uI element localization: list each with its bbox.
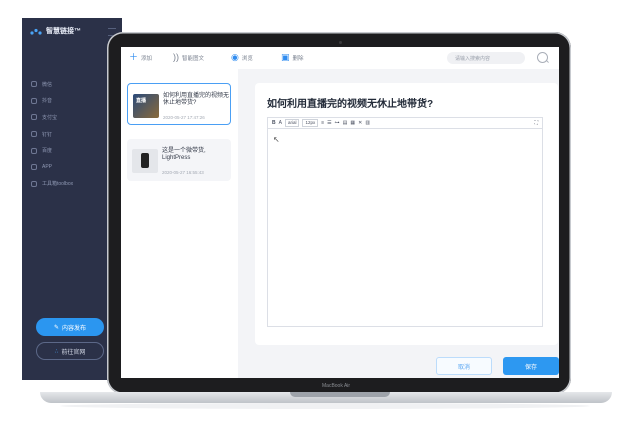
delete-label: 删除 [292,55,304,62]
sidebar-item-label: 抖音 [42,98,53,105]
laptop-notch [290,392,390,397]
article-time: 2020-05-27 16:55:43 [162,170,204,175]
list-item[interactable]: 直播 如何利用直播完的视频无休止地带货? 2020-05-27 17:47:26 [127,83,231,125]
sidebar-item-label: 钉钉 [42,131,53,138]
cancel-button[interactable]: 取消 [436,357,492,375]
wechat-icon [31,81,37,88]
preview-button[interactable]: ◉ 浏览 [231,53,253,62]
sidebar-item-label: APP [42,164,53,171]
font-size-select[interactable]: 12px [302,119,319,127]
sidebar-item-douyin[interactable]: 抖音 [31,93,73,110]
camera-icon [339,41,342,44]
alipay-icon [31,114,37,121]
official-label: 前往官网 [61,349,86,356]
article-thumbnail [132,149,158,173]
phone-icon [141,153,149,168]
trash-icon: ▣ [281,52,290,62]
sidebar-item-wechat[interactable]: 微信 [31,76,73,93]
search-icon[interactable] [537,52,548,63]
list-item[interactable]: 这是一个微带货, LightPress 2020-05-27 16:55:43 [127,139,231,181]
fullscreen-icon[interactable]: ⛶ [534,120,538,126]
toolbar: ＋ 添加 )) 智能图文 ◉ 浏览 ▣ 删除 请输入搜索内容 [121,47,559,69]
sidebar-item-label: 百度 [42,148,53,155]
add-button[interactable]: ＋ 添加 [129,53,152,62]
editor-panel: 如何利用直播完的视频无休止地带货? B A arial 12px ≡ ☰ ⊶ ▤… [255,83,558,345]
font-color-icon[interactable]: A [279,120,282,126]
app-screen: ＋ 添加 )) 智能图文 ◉ 浏览 ▣ 删除 请输入搜索内容 直播 如何利用直播… [121,47,559,378]
sidebar-item-toolbox[interactable]: 工具箱toolbox [31,176,73,193]
baidu-icon [31,147,37,154]
article-time: 2020-05-27 17:47:26 [163,115,205,120]
app-icon [31,164,37,171]
device-label: MacBook Air [322,383,351,389]
eye-icon: ◉ [231,52,239,62]
article-title: 这是一个微带货, LightPress [162,148,206,161]
mouse-cursor-icon: ↖ [273,135,280,144]
add-label: 添加 [141,55,153,62]
image-icon[interactable]: ▤ [343,120,348,126]
publish-content-button[interactable]: ✎ 内容发布 [36,318,104,336]
font-family-select[interactable]: arial [284,119,300,127]
sidebar-item-label: 工具箱toolbox [42,181,74,188]
logo-icon: ∴ [54,348,59,355]
article-list: 直播 如何利用直播完的视频无休止地带货? 2020-05-27 17:47:26… [121,69,238,378]
code-icon[interactable]: ▥ [365,120,370,126]
editor-content[interactable]: ↖ [267,129,543,327]
article-title: 如何利用直播完的视频无休止地带货? [163,93,230,106]
sidebar-item-label: 微信 [42,81,53,88]
sidebar-item-dingtalk[interactable]: 钉钉 [31,126,73,143]
brand: 智慧链接™ [30,26,81,36]
delete-button[interactable]: ▣ 删除 [281,53,304,62]
search-input[interactable]: 请输入搜索内容 [447,52,525,64]
smart-publish-label: 智能图文 [182,55,205,62]
save-button[interactable]: 保存 [503,357,559,375]
thumbnail-text: 直播 [136,98,147,104]
table-icon[interactable]: ▦ [350,120,355,126]
signal-icon: )) [173,52,179,62]
clear-format-icon[interactable]: ✕ [358,120,362,126]
brand-logo-icon [30,28,42,35]
plus-icon: ＋ [129,52,139,62]
smart-publish-button[interactable]: )) 智能图文 [173,53,204,62]
bold-icon[interactable]: B [272,120,276,126]
article-heading[interactable]: 如何利用直播完的视频无休止地带货? [267,95,433,110]
rich-text-toolbar: B A arial 12px ≡ ☰ ⊶ ▤ ▦ ✕ ▥ ⛶ [267,117,543,129]
sidebar-item-baidu[interactable]: 百度 [31,142,73,159]
toolbox-icon [31,180,37,187]
publish-label: 内容发布 [62,325,87,332]
edit-icon: ✎ [53,324,59,331]
preview-label: 浏览 [241,55,253,62]
sidebar-item-app[interactable]: APP [31,159,73,176]
sidebar-item-alipay[interactable]: 支付宝 [31,109,73,126]
douyin-icon [31,97,37,104]
official-site-button[interactable]: ∴ 前往官网 [36,342,104,360]
brand-name: 智慧链接™ [46,28,81,35]
laptop-shadow [60,403,590,409]
sidebar-item-label: 支付宝 [42,114,58,121]
sidebar-nav: 微信 抖音 支付宝 钉钉 百度 APP 工具箱toolbox [31,76,73,192]
align-icon[interactable]: ≡ [321,120,324,126]
list-icon[interactable]: ☰ [327,120,331,126]
article-thumbnail: 直播 [133,94,159,118]
dingtalk-icon [31,131,37,138]
link-icon[interactable]: ⊶ [335,120,340,126]
